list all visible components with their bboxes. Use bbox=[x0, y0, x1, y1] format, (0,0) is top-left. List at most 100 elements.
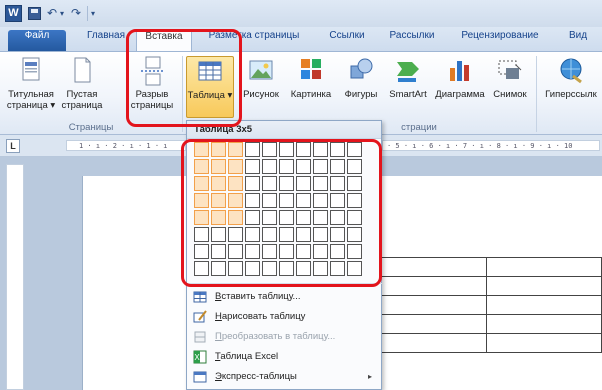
grid-cell-selected[interactable] bbox=[194, 210, 209, 225]
grid-cell[interactable] bbox=[330, 159, 345, 174]
grid-cell[interactable] bbox=[245, 227, 260, 242]
table-cell[interactable] bbox=[370, 276, 487, 296]
table-cell[interactable] bbox=[370, 257, 487, 277]
insert-table-menu-item[interactable]: Вставить таблицу... bbox=[188, 287, 380, 307]
grid-cell[interactable] bbox=[262, 244, 277, 259]
grid-cell[interactable] bbox=[262, 176, 277, 191]
grid-cell-selected[interactable] bbox=[194, 159, 209, 174]
page-break-button[interactable]: Разрыв страницы bbox=[124, 56, 180, 111]
grid-cell[interactable] bbox=[245, 244, 260, 259]
word-logo-icon[interactable]: W bbox=[5, 5, 22, 22]
grid-cell-selected[interactable] bbox=[211, 159, 226, 174]
tab-home[interactable]: Главная bbox=[82, 30, 130, 51]
grid-cell[interactable] bbox=[262, 193, 277, 208]
grid-cell-selected[interactable] bbox=[211, 142, 226, 157]
grid-cell[interactable] bbox=[262, 261, 277, 276]
grid-cell[interactable] bbox=[279, 142, 294, 157]
grid-cell[interactable] bbox=[313, 227, 328, 242]
grid-cell[interactable] bbox=[330, 261, 345, 276]
table-size-grid[interactable] bbox=[194, 142, 362, 276]
undo-icon[interactable]: ↶ bbox=[47, 6, 57, 21]
grid-cell[interactable] bbox=[245, 159, 260, 174]
grid-cell[interactable] bbox=[228, 261, 243, 276]
grid-cell[interactable] bbox=[313, 176, 328, 191]
tab-page-layout[interactable]: Разметка страницы bbox=[198, 30, 310, 51]
grid-cell[interactable] bbox=[279, 176, 294, 191]
grid-cell[interactable] bbox=[313, 210, 328, 225]
ruler-scale-left[interactable]: 1 · ı · 2 · ı · 1 · ı bbox=[66, 140, 186, 151]
chart-button[interactable]: Диаграмма bbox=[434, 56, 486, 100]
tab-references[interactable]: Ссылки bbox=[322, 30, 372, 51]
table-cell[interactable] bbox=[485, 295, 602, 315]
grid-cell[interactable] bbox=[347, 159, 362, 174]
tab-file[interactable]: Файл bbox=[8, 30, 66, 51]
grid-cell[interactable] bbox=[347, 227, 362, 242]
grid-cell[interactable] bbox=[279, 193, 294, 208]
ruler-scale-right[interactable]: · 5 · ı · 6 · ı · 7 · ı · 8 · ı · 9 · ı … bbox=[382, 140, 600, 151]
grid-cell[interactable] bbox=[296, 227, 311, 242]
grid-cell[interactable] bbox=[262, 210, 277, 225]
screenshot-button[interactable]: Снимок bbox=[488, 56, 532, 100]
grid-cell[interactable] bbox=[330, 210, 345, 225]
grid-cell-selected[interactable] bbox=[211, 176, 226, 191]
grid-cell-selected[interactable] bbox=[228, 142, 243, 157]
grid-cell[interactable] bbox=[262, 159, 277, 174]
save-icon[interactable] bbox=[28, 7, 41, 20]
grid-cell[interactable] bbox=[330, 227, 345, 242]
grid-cell-selected[interactable] bbox=[211, 210, 226, 225]
table-cell[interactable] bbox=[370, 333, 487, 353]
smartart-button[interactable]: SmartArt bbox=[384, 56, 432, 100]
table-cell[interactable] bbox=[485, 333, 602, 353]
grid-cell[interactable] bbox=[279, 159, 294, 174]
grid-cell-selected[interactable] bbox=[228, 193, 243, 208]
grid-cell[interactable] bbox=[296, 159, 311, 174]
grid-cell[interactable] bbox=[279, 244, 294, 259]
grid-cell[interactable] bbox=[194, 244, 209, 259]
grid-cell[interactable] bbox=[245, 261, 260, 276]
grid-cell[interactable] bbox=[347, 244, 362, 259]
grid-cell[interactable] bbox=[347, 261, 362, 276]
clipart-button[interactable]: Картинка bbox=[284, 56, 338, 100]
grid-cell[interactable] bbox=[245, 142, 260, 157]
undo-dropdown-icon[interactable]: ▾ bbox=[60, 6, 64, 21]
grid-cell[interactable] bbox=[194, 261, 209, 276]
grid-cell-selected[interactable] bbox=[194, 142, 209, 157]
tab-review[interactable]: Рецензирование bbox=[452, 30, 548, 51]
picture-button[interactable]: Рисунок bbox=[238, 56, 284, 100]
grid-cell[interactable] bbox=[296, 193, 311, 208]
grid-cell[interactable] bbox=[211, 261, 226, 276]
grid-cell[interactable] bbox=[245, 193, 260, 208]
grid-cell-selected[interactable] bbox=[194, 176, 209, 191]
grid-cell[interactable] bbox=[330, 142, 345, 157]
convert-to-table-menu-item[interactable]: Преобразовать в таблицу... bbox=[188, 327, 380, 347]
grid-cell[interactable] bbox=[313, 261, 328, 276]
table-button[interactable]: Таблица ▾ bbox=[186, 56, 234, 118]
grid-cell[interactable] bbox=[313, 193, 328, 208]
quick-tables-menu-item[interactable]: Экспресс-таблицы ▸ bbox=[188, 367, 380, 387]
customize-qat-icon[interactable]: ▾ bbox=[91, 6, 95, 21]
grid-cell[interactable] bbox=[296, 176, 311, 191]
grid-cell[interactable] bbox=[330, 193, 345, 208]
grid-cell[interactable] bbox=[313, 142, 328, 157]
grid-cell[interactable] bbox=[228, 227, 243, 242]
grid-cell[interactable] bbox=[279, 227, 294, 242]
hyperlink-button[interactable]: Гиперссылк bbox=[540, 56, 602, 100]
draw-table-menu-item[interactable]: Нарисовать таблицу bbox=[188, 307, 380, 327]
grid-cell[interactable] bbox=[228, 244, 243, 259]
grid-cell[interactable] bbox=[279, 210, 294, 225]
grid-cell-selected[interactable] bbox=[228, 210, 243, 225]
shapes-button[interactable]: Фигуры bbox=[338, 56, 384, 100]
grid-cell[interactable] bbox=[211, 227, 226, 242]
grid-cell[interactable] bbox=[211, 244, 226, 259]
grid-cell-selected[interactable] bbox=[228, 159, 243, 174]
grid-cell[interactable] bbox=[296, 244, 311, 259]
tab-view[interactable]: Вид bbox=[560, 30, 596, 51]
tab-mailings[interactable]: Рассылки bbox=[384, 30, 440, 51]
grid-cell[interactable] bbox=[262, 227, 277, 242]
table-cell[interactable] bbox=[485, 257, 602, 277]
tab-insert[interactable]: Вставка bbox=[136, 30, 192, 51]
grid-cell[interactable] bbox=[245, 210, 260, 225]
excel-table-menu-item[interactable]: X Таблица Excel bbox=[188, 347, 380, 367]
grid-cell-selected[interactable] bbox=[194, 193, 209, 208]
grid-cell[interactable] bbox=[296, 261, 311, 276]
